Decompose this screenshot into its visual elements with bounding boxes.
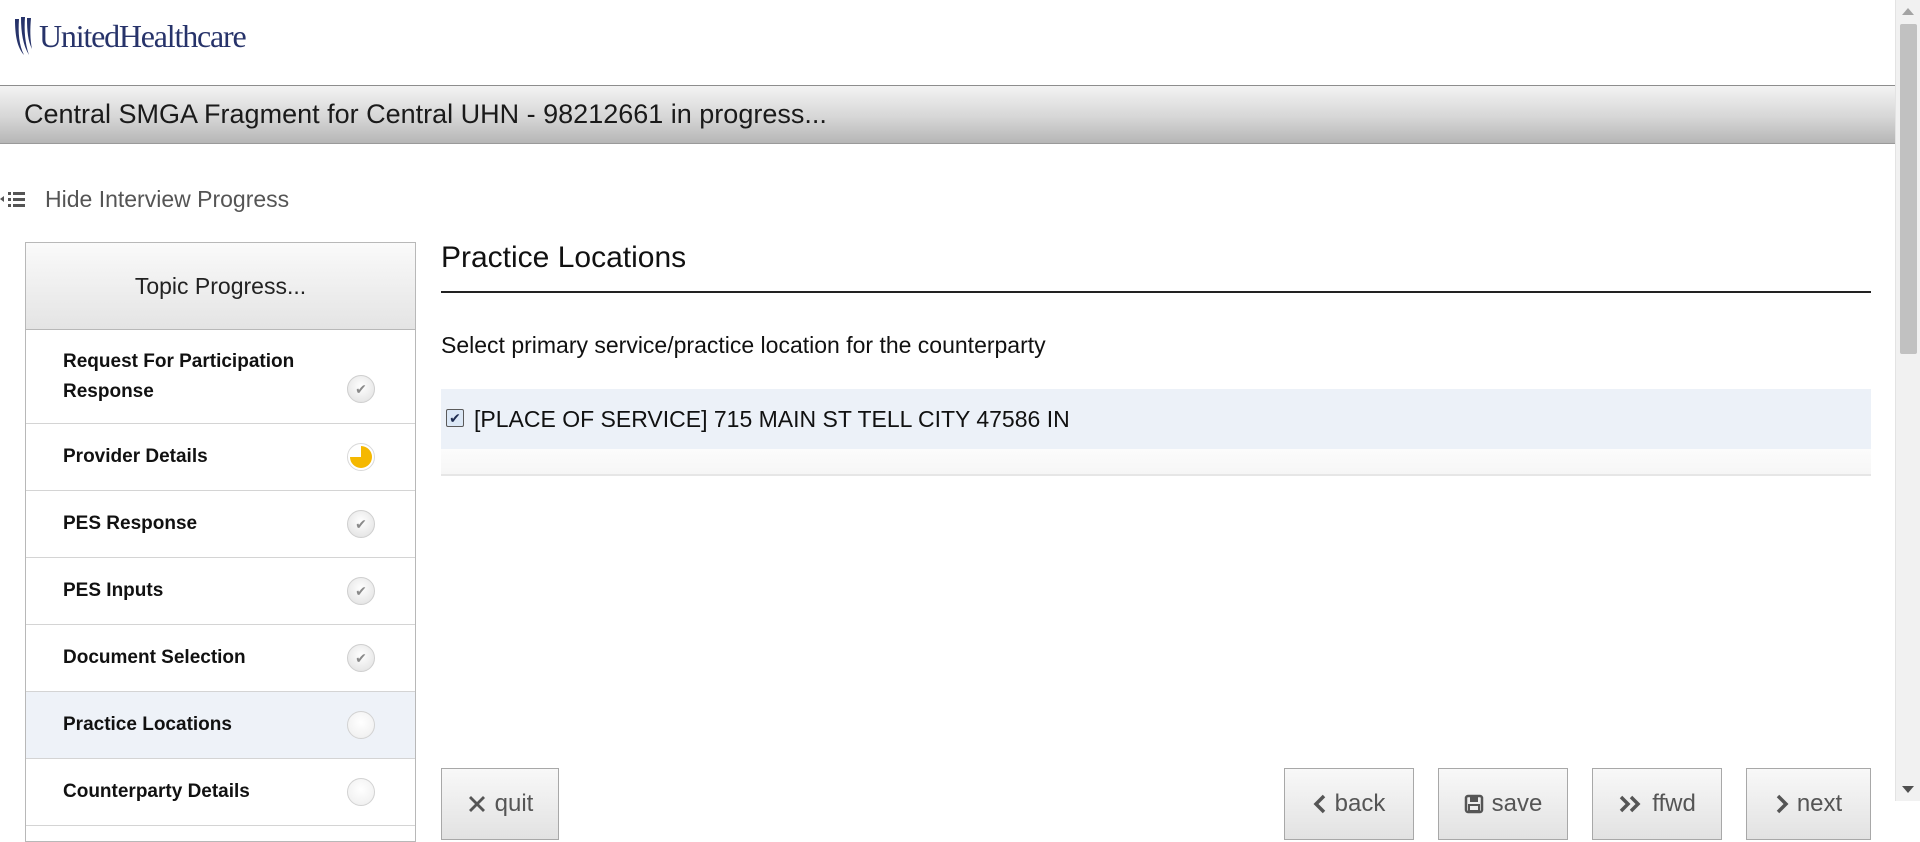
in-progress-pie-icon: [347, 443, 375, 471]
unitedhealthcare-logo: UnitedHealthcare: [12, 14, 247, 58]
next-button[interactable]: next: [1746, 768, 1871, 840]
floppy-disk-icon: [1464, 794, 1483, 814]
not-started-circle-icon: [347, 711, 375, 739]
scroll-up-arrow-icon[interactable]: [1902, 8, 1914, 15]
double-chevron-right-icon: [1619, 795, 1641, 813]
interview-title-bar: Central SMGA Fragment for Central UHN - …: [0, 85, 1895, 144]
topic-label: Document Selection: [63, 647, 246, 668]
topic-counterparty-details[interactable]: Counterparty Details: [26, 759, 415, 826]
quit-label: quit: [494, 790, 534, 817]
location-label: [PLACE OF SERVICE] 715 MAIN ST TELL CITY…: [474, 405, 1070, 432]
fast-forward-button[interactable]: ffwd: [1592, 768, 1722, 840]
next-label: next: [1796, 790, 1843, 817]
scroll-thumb[interactable]: [1900, 24, 1917, 354]
ffwd-label: ffwd: [1652, 790, 1696, 817]
topic-document-selection[interactable]: Document Selection ✔: [26, 625, 415, 692]
topic-label: Practice Locations: [63, 714, 232, 735]
complete-check-icon: ✔: [347, 375, 375, 403]
topic-pes-inputs[interactable]: PES Inputs ✔: [26, 558, 415, 625]
logo-mark-icon: [15, 17, 32, 55]
page-scrollbar[interactable]: [1895, 0, 1920, 801]
topic-label: PES Response: [63, 513, 198, 534]
not-started-circle-icon: [347, 778, 375, 806]
complete-check-icon: ✔: [347, 577, 375, 605]
hide-interview-progress-label: Hide Interview Progress: [45, 185, 290, 212]
collapse-list-icon: [0, 192, 25, 207]
topic-practice-locations[interactable]: Practice Locations: [26, 692, 415, 759]
topic-provider-details[interactable]: Provider Details: [26, 424, 415, 491]
section-title: Practice Locations: [441, 241, 1871, 293]
main-content: Practice Locations Select primary servic…: [441, 236, 1871, 840]
back-label: back: [1334, 790, 1386, 817]
scroll-down-arrow-icon[interactable]: [1902, 786, 1914, 793]
topic-request-for-participation-response[interactable]: Request For Participation Response ✔: [26, 330, 415, 424]
topic-progress-heading: Topic Progress...: [26, 243, 415, 330]
complete-check-icon: ✔: [347, 644, 375, 672]
chevron-left-icon: [1313, 794, 1325, 814]
logo-text: UnitedHealthcare: [39, 17, 247, 54]
topic-progress-panel: Topic Progress... Request For Participat…: [25, 242, 416, 842]
topic-label: Request For Participation Response: [63, 350, 295, 402]
close-x-icon: [468, 796, 485, 812]
complete-check-icon: ✔: [347, 510, 375, 538]
location-option-row[interactable]: ✔ [PLACE OF SERVICE] 715 MAIN ST TELL CI…: [441, 389, 1871, 449]
topic-label: PES Inputs: [63, 580, 164, 601]
back-button[interactable]: back: [1284, 768, 1414, 840]
topic-pes-response[interactable]: PES Response ✔: [26, 491, 415, 558]
hide-interview-progress-toggle[interactable]: Hide Interview Progress: [0, 184, 289, 214]
topic-label: Counterparty Details: [63, 781, 250, 802]
save-label: save: [1491, 790, 1543, 817]
save-button[interactable]: save: [1438, 768, 1568, 840]
quit-button[interactable]: quit: [441, 768, 559, 840]
topic-label: Provider Details: [63, 446, 208, 467]
instructions-text: Select primary service/practice location…: [441, 332, 1046, 358]
list-footer-divider: [441, 449, 1871, 476]
location-checkbox[interactable]: ✔: [446, 409, 464, 427]
chevron-right-icon: [1776, 794, 1789, 814]
page-title: Central SMGA Fragment for Central UHN - …: [24, 99, 827, 129]
